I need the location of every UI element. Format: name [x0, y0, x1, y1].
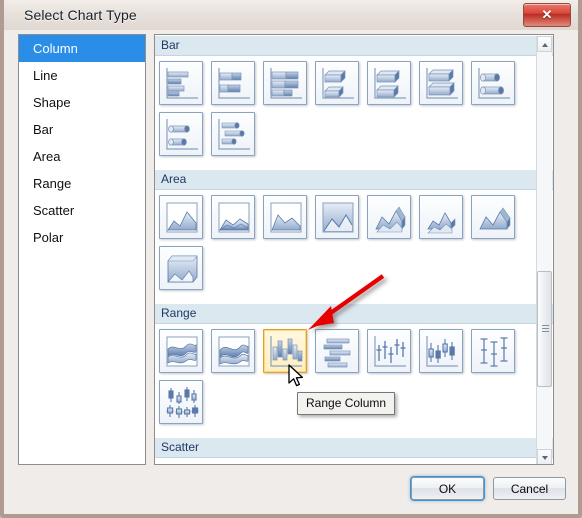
cancel-button[interactable]: Cancel	[493, 477, 566, 500]
sidebar-item-area[interactable]: Area	[19, 143, 145, 170]
section-header-bar: Bar	[155, 35, 553, 56]
section-header-area: Area	[155, 169, 553, 190]
bar-3d-clustered-icon[interactable]	[315, 61, 359, 105]
range-bar-icon[interactable]	[315, 329, 359, 373]
sidebar-item-range[interactable]: Range	[19, 170, 145, 197]
chart-type-row	[159, 112, 553, 156]
section-body-range	[155, 324, 553, 437]
section-body-bar	[155, 56, 553, 169]
area-3d-stacked-100-icon[interactable]	[471, 195, 515, 239]
ok-button[interactable]: OK	[411, 477, 484, 500]
section-header-range: Range	[155, 303, 553, 324]
area-3d-stacked-icon[interactable]	[419, 195, 463, 239]
range-high-low-icon[interactable]	[367, 329, 411, 373]
chart-type-row	[159, 61, 553, 105]
range-candlestick-icon[interactable]	[419, 329, 463, 373]
chart-type-row	[159, 246, 553, 290]
area-filled-icon[interactable]	[315, 195, 359, 239]
dialog-footer: OK Cancel	[4, 468, 578, 514]
sidebar-item-scatter[interactable]: Scatter	[19, 197, 145, 224]
chart-category-list[interactable]: Column Line Shape Bar Area Range Scatter Polar	[18, 34, 146, 465]
chart-type-row	[159, 195, 553, 239]
bar-cylinder-stacked-icon[interactable]	[159, 112, 203, 156]
bar-3d-stacked-icon[interactable]	[367, 61, 411, 105]
range-error-bar-icon[interactable]	[471, 329, 515, 373]
select-chart-type-dialog: Select Chart Type ✕ Column Line Shape Bar Ar…	[0, 0, 582, 518]
close-icon: ✕	[541, 7, 553, 22]
scroll-up-button[interactable]	[537, 36, 552, 52]
area-stacked-icon[interactable]	[211, 195, 255, 239]
sidebar-item-shape[interactable]: Shape	[19, 89, 145, 116]
scrollbar-grip-icon	[542, 325, 549, 332]
bar-cylinder-3d-icon[interactable]	[211, 112, 255, 156]
chart-type-tooltip: Range Column	[297, 392, 396, 415]
range-box-whisker-icon[interactable]	[159, 380, 203, 424]
scrollbar-thumb[interactable]	[537, 271, 552, 387]
scroll-down-arrow-icon	[542, 456, 548, 460]
scroll-down-button[interactable]	[537, 449, 552, 464]
area-basic-icon[interactable]	[159, 195, 203, 239]
area-stacked-100-icon[interactable]	[263, 195, 307, 239]
range-area-icon[interactable]	[159, 329, 203, 373]
bar-clustered-icon[interactable]	[159, 61, 203, 105]
gallery-scrollbar[interactable]	[536, 36, 552, 464]
dialog-title: Select Chart Type	[24, 7, 137, 23]
section-header-scatter: Scatter	[155, 437, 553, 458]
sidebar-item-polar[interactable]: Polar	[19, 224, 145, 251]
dialog-titlebar: Select Chart Type ✕	[4, 0, 578, 30]
dialog-body: Column Line Shape Bar Area Range Scatter Polar …	[4, 30, 578, 514]
sidebar-item-line[interactable]: Line	[19, 62, 145, 89]
sidebar-item-column[interactable]: Column	[19, 35, 145, 62]
range-spline-area-icon[interactable]	[211, 329, 255, 373]
section-body-area	[155, 190, 553, 303]
area-3d-solid-icon[interactable]	[159, 246, 203, 290]
close-button[interactable]: ✕	[523, 3, 571, 27]
scroll-up-arrow-icon	[542, 43, 548, 47]
bar-cylinder-clustered-icon[interactable]	[471, 61, 515, 105]
bar-stacked-icon[interactable]	[211, 61, 255, 105]
chart-type-row	[159, 329, 553, 373]
mouse-cursor-icon	[288, 364, 304, 387]
bar-3d-stacked-100-icon[interactable]	[419, 61, 463, 105]
sidebar-item-bar[interactable]: Bar	[19, 116, 145, 143]
area-3d-clustered-icon[interactable]	[367, 195, 411, 239]
bar-stacked-100-icon[interactable]	[263, 61, 307, 105]
